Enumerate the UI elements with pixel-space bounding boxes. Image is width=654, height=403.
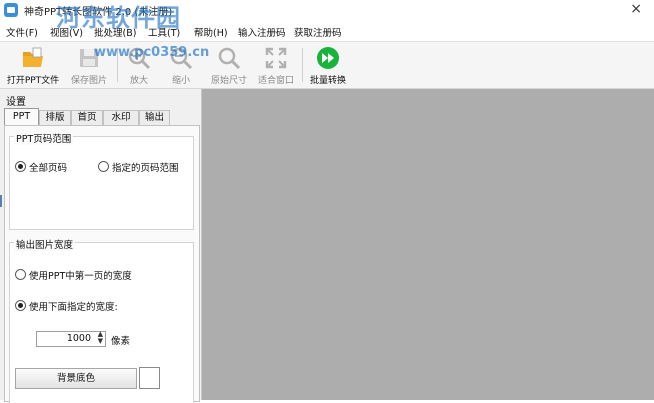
radio-page-range[interactable]: 指定的页码范围 bbox=[98, 160, 190, 174]
menu-tools[interactable]: 工具(T) bbox=[148, 25, 180, 39]
radio-all-pages[interactable]: 全部页码 bbox=[15, 160, 85, 174]
fit-window-icon bbox=[265, 47, 287, 69]
tab-cover[interactable]: 首页 bbox=[71, 110, 103, 125]
app-icon bbox=[4, 3, 18, 17]
page-range-group: PPT页码范围 bbox=[9, 131, 194, 230]
tab-ppt[interactable]: PPT bbox=[4, 108, 39, 125]
window-title: 神奇PPT转长图软件 2.0 (未注册) bbox=[24, 7, 173, 18]
radio-all-pages-label: 全部页码 bbox=[29, 163, 68, 174]
zoom-in-button[interactable]: 放大 bbox=[122, 42, 156, 88]
width-spinbox[interactable]: 1000 ▲ ▼ bbox=[36, 331, 106, 347]
radio-first-page-width-indicator bbox=[15, 269, 26, 280]
window-edge-marker bbox=[0, 195, 2, 207]
zoom-out-icon bbox=[170, 47, 193, 70]
batch-convert-label: 批量转换 bbox=[309, 76, 346, 86]
batch-convert-icon bbox=[317, 47, 339, 69]
toolbar-separator bbox=[117, 48, 118, 82]
toolbar-separator bbox=[302, 48, 303, 82]
toolbar: 打开PPT文件 保存图片 放大 缩小 原始尺寸 适合窗口 批量转换 bbox=[0, 41, 654, 89]
width-value: 1000 bbox=[66, 333, 91, 344]
open-ppt-button[interactable]: 打开PPT文件 bbox=[2, 42, 64, 88]
preview-canvas[interactable] bbox=[202, 89, 654, 400]
save-image-label: 保存图片 bbox=[70, 76, 107, 86]
menu-batch[interactable]: 批处理(B) bbox=[94, 25, 136, 39]
menu-help[interactable]: 帮助(H) bbox=[194, 25, 228, 39]
radio-custom-width-indicator bbox=[15, 300, 26, 311]
background-color-button[interactable]: 背景底色 bbox=[15, 368, 137, 389]
zoom-out-button[interactable]: 缩小 bbox=[164, 42, 198, 88]
batch-convert-button[interactable]: 批量转换 bbox=[306, 42, 350, 88]
output-width-label: 输出图片宽度 bbox=[14, 237, 76, 251]
tab-watermark[interactable]: 水印 bbox=[103, 110, 139, 125]
radio-all-pages-indicator bbox=[15, 161, 26, 172]
menu-bar: 文件(F) 视图(V) 批处理(B) 工具(T) 帮助(H) 输入注册码 获取注… bbox=[0, 21, 654, 41]
title-bar: 神奇PPT转长图软件 2.0 (未注册) × bbox=[0, 0, 654, 21]
fit-window-label: 适合窗口 bbox=[257, 76, 294, 86]
close-button[interactable]: × bbox=[630, 1, 642, 17]
radio-page-range-indicator bbox=[98, 161, 109, 172]
radio-first-page-width-label: 使用PPT中第一页的宽度 bbox=[29, 271, 132, 282]
menu-enter-registration-code[interactable]: 输入注册码 bbox=[238, 25, 286, 39]
radio-first-page-width[interactable]: 使用PPT中第一页的宽度 bbox=[15, 268, 165, 282]
original-size-icon bbox=[218, 47, 241, 70]
open-ppt-label: 打开PPT文件 bbox=[6, 76, 60, 86]
radio-page-range-label: 指定的页码范围 bbox=[112, 163, 179, 174]
folder-open-icon bbox=[23, 47, 43, 67]
tab-layout[interactable]: 排版 bbox=[39, 110, 71, 125]
tab-output[interactable]: 输出 bbox=[139, 110, 170, 125]
menu-view[interactable]: 视图(V) bbox=[50, 25, 83, 39]
settings-title: 设置 bbox=[6, 97, 26, 108]
fit-window-button[interactable]: 适合窗口 bbox=[254, 42, 298, 88]
page-range-label: PPT页码范围 bbox=[14, 131, 74, 145]
radio-custom-width[interactable]: 使用下面指定的宽度: bbox=[15, 299, 145, 313]
zoom-in-icon bbox=[128, 47, 151, 70]
width-unit-label: 像素 bbox=[111, 336, 131, 347]
zoom-out-label: 缩小 bbox=[171, 76, 190, 86]
menu-file[interactable]: 文件(F) bbox=[6, 25, 38, 39]
original-size-button[interactable]: 原始尺寸 bbox=[206, 42, 252, 88]
zoom-in-label: 放大 bbox=[129, 76, 148, 86]
original-size-label: 原始尺寸 bbox=[210, 76, 247, 86]
radio-custom-width-label: 使用下面指定的宽度: bbox=[29, 302, 118, 313]
save-icon bbox=[80, 49, 98, 67]
save-image-button[interactable]: 保存图片 bbox=[64, 42, 114, 88]
spin-arrows-icon[interactable]: ▲ ▼ bbox=[98, 331, 103, 345]
background-color-swatch[interactable] bbox=[139, 367, 160, 389]
menu-get-registration-code[interactable]: 获取注册码 bbox=[294, 25, 342, 39]
